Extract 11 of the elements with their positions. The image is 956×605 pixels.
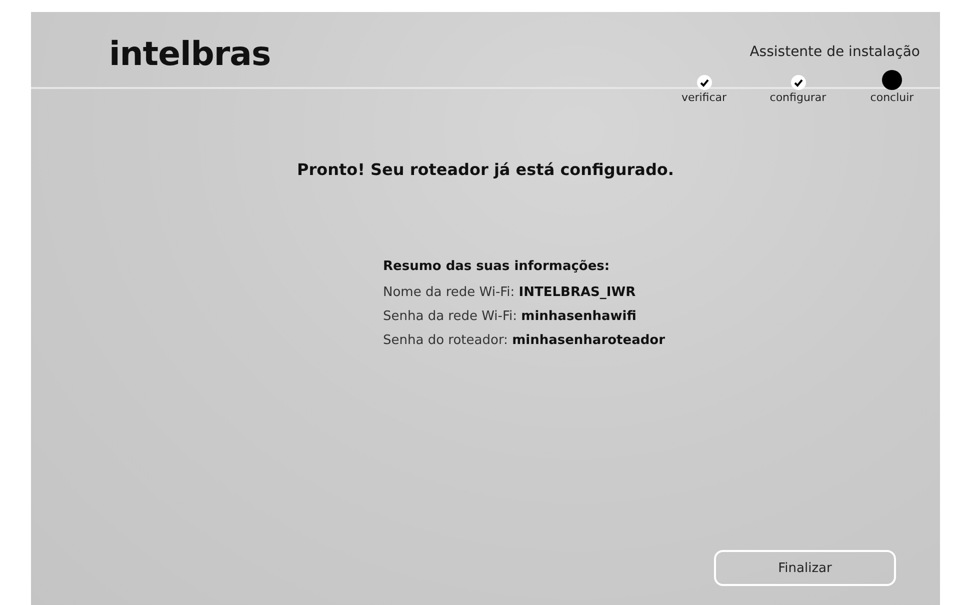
success-heading: Pronto! Seu roteador já está configurado.	[296, 160, 675, 179]
finish-button[interactable]: Finalizar	[714, 550, 896, 586]
summary-line: Nome da rede Wi-Fi: INTELBRAS_IWR	[383, 285, 637, 300]
step-label: concluir	[870, 91, 914, 104]
summary-title: Resumo das suas informações:	[383, 259, 611, 274]
step-label: configurar	[770, 91, 826, 104]
logo: intelbras	[109, 34, 271, 73]
wizard-title: Assistente de instalação	[750, 44, 920, 60]
step-label: verificar	[681, 91, 727, 104]
summary-line: Senha da rede Wi-Fi: minhasenhawifi	[383, 309, 638, 324]
summary-line: Senha do roteador: minhasenharoteador	[383, 333, 666, 348]
